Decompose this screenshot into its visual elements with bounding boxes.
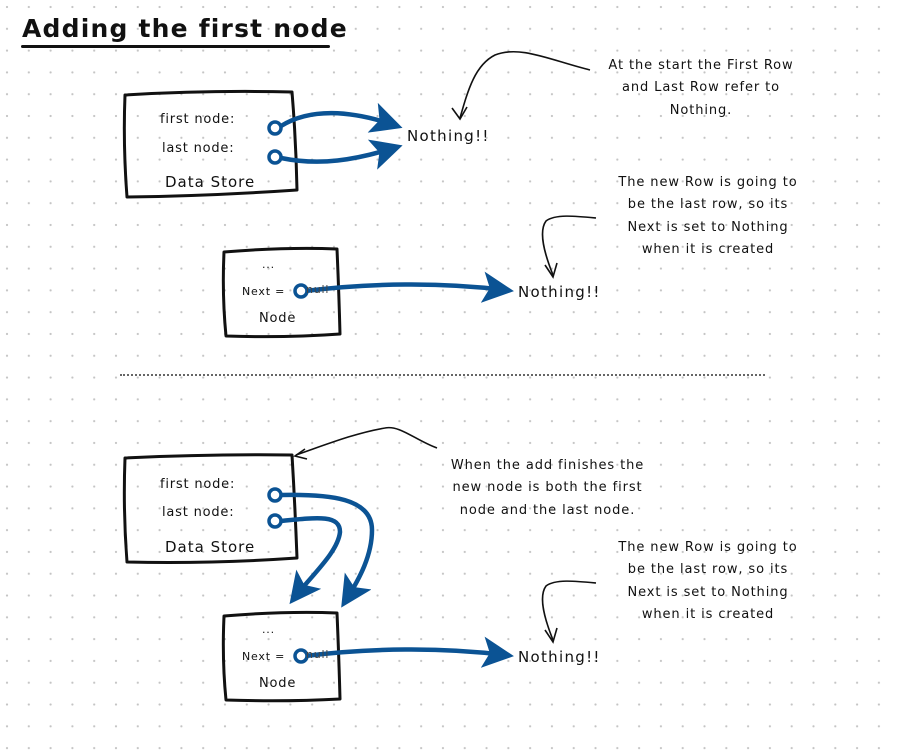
node-null-value-after: null bbox=[306, 648, 330, 661]
note-new-row-line: when it is created bbox=[641, 606, 775, 622]
note-new-row-line: be the last row, so its bbox=[627, 562, 789, 578]
node-nothing-label-after: Nothing!! bbox=[518, 648, 601, 666]
note-start-line: Nothing. bbox=[669, 102, 733, 118]
note-start-line: At the start the First Row bbox=[608, 58, 794, 73]
first-node-label-before: first node: bbox=[160, 112, 236, 127]
note-finish-line: node and the last node. bbox=[459, 502, 636, 518]
data-store-name-after: Data Store bbox=[165, 538, 256, 556]
last-node-pointer-before bbox=[280, 139, 403, 170]
note-finish-line: new node is both the first bbox=[452, 480, 643, 496]
next-pointer-before bbox=[304, 271, 514, 303]
next-pointer-after bbox=[304, 636, 514, 668]
note-new-row-line: when it is created bbox=[641, 241, 775, 257]
note-new-row-line: be the last row, so its bbox=[627, 197, 789, 213]
node-next-label-after: Next = bbox=[242, 650, 286, 663]
node-next-label-before: Next = bbox=[242, 285, 286, 298]
note-finish-line: When the add finishes the bbox=[450, 458, 645, 473]
note-new-row-line: Next is set to Nothing bbox=[627, 219, 789, 235]
first-node-pointer-origin-before bbox=[267, 120, 283, 136]
data-store-name-before: Data Store bbox=[165, 173, 256, 191]
note-new-row-line: Next is set to Nothing bbox=[627, 584, 789, 600]
note-start: At the start the First Row and Last Row … bbox=[596, 55, 806, 122]
note-finish: When the add finishes the new node is bo… bbox=[440, 455, 655, 522]
node-name-before: Node bbox=[259, 311, 297, 326]
note-new-row-before: The new Row is going to be the last row,… bbox=[603, 172, 813, 261]
note-start-arrowhead bbox=[451, 106, 468, 121]
first-node-pointer-before bbox=[279, 102, 403, 133]
node-ellipsis-after: ... bbox=[262, 623, 275, 636]
section-divider bbox=[120, 374, 765, 376]
first-node-pointer-origin-after bbox=[267, 487, 283, 503]
node-name-after: Node bbox=[259, 676, 297, 691]
note-start-arrow bbox=[459, 50, 591, 119]
last-node-pointer-origin-after bbox=[267, 513, 283, 529]
last-node-pointer-origin-before bbox=[267, 149, 283, 165]
nothing-label-before: Nothing!! bbox=[407, 127, 490, 145]
note-start-line: and Last Row refer to bbox=[621, 80, 781, 96]
last-node-label-after: last node: bbox=[162, 505, 235, 520]
note-new-row-line: The new Row is going to bbox=[618, 175, 798, 190]
node-ellipsis-before: ... bbox=[262, 258, 275, 271]
note-finish-arrow bbox=[295, 426, 438, 456]
note-new-row-arrow-after bbox=[541, 580, 597, 641]
note-new-row-line: The new Row is going to bbox=[618, 540, 798, 555]
note-new-row-after: The new Row is going to be the last row,… bbox=[603, 537, 813, 626]
note-new-row-arrow-before bbox=[541, 215, 597, 276]
node-nothing-label-before: Nothing!! bbox=[518, 283, 601, 301]
node-null-value-before: null bbox=[306, 283, 330, 296]
last-node-label-before: last node: bbox=[162, 141, 235, 156]
first-node-label-after: first node: bbox=[160, 477, 236, 492]
